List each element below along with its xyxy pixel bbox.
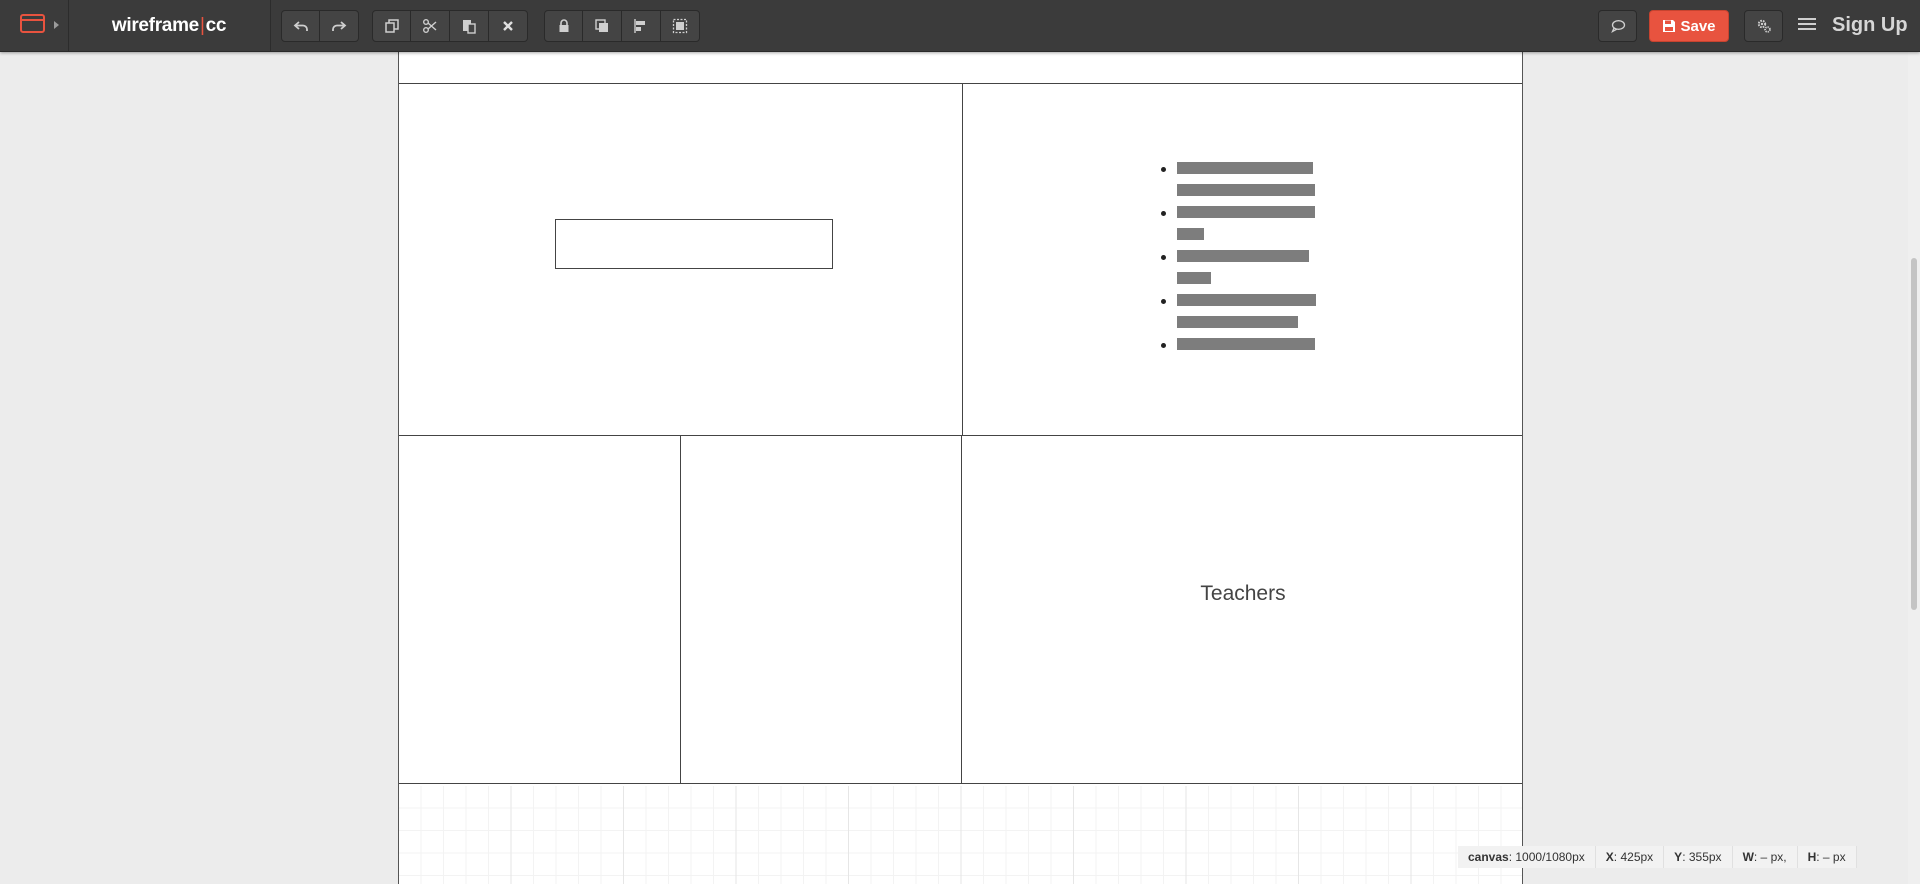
settings-button[interactable] xyxy=(1744,10,1783,42)
arrange-button-group xyxy=(544,10,700,42)
column-divider xyxy=(961,435,962,784)
scrollbar-thumb[interactable] xyxy=(1911,258,1917,610)
logo: wireframe|cc xyxy=(68,0,271,51)
h-label: H xyxy=(1807,850,1817,864)
vertical-scrollbar[interactable] xyxy=(1908,52,1920,884)
save-label: Save xyxy=(1680,17,1716,35)
wireframe-input-box[interactable] xyxy=(555,219,833,269)
w-label: W xyxy=(1742,850,1754,864)
list-bullet xyxy=(1161,299,1166,304)
comment-icon xyxy=(1610,20,1625,33)
x-value: : 425px xyxy=(1613,850,1654,864)
paste-button[interactable] xyxy=(450,10,489,42)
y-label: Y xyxy=(1674,850,1683,864)
text-placeholder-bar xyxy=(1177,294,1316,306)
logo-separator: | xyxy=(199,15,205,36)
h-value: : – px xyxy=(1816,850,1846,864)
wireframe-canvas[interactable]: Teachers xyxy=(398,52,1523,884)
lock-button[interactable] xyxy=(544,10,583,42)
text-placeholder-bar xyxy=(1177,338,1315,350)
status-bar: canvas: 1000/1080px X: 425px Y: 355px W:… xyxy=(1458,846,1857,868)
top-toolbar: wireframe|cc Save Sign Up xyxy=(0,0,1920,52)
paste-icon xyxy=(463,20,476,34)
cut-icon xyxy=(423,19,437,33)
text-placeholder-bar xyxy=(1177,162,1313,174)
floppy-disk-icon xyxy=(1663,20,1676,32)
x-label: X xyxy=(1605,850,1614,864)
undo-icon xyxy=(293,21,308,31)
delete-icon xyxy=(503,21,513,31)
text-placeholder-bar xyxy=(1177,206,1315,218)
logo-suffix: cc xyxy=(205,15,227,36)
list-bullet xyxy=(1161,167,1166,172)
delete-button[interactable] xyxy=(489,10,528,42)
save-button[interactable]: Save xyxy=(1649,10,1729,42)
group-icon xyxy=(672,18,688,34)
height-readout: H: – px xyxy=(1797,846,1857,868)
list-bullet xyxy=(1161,343,1166,348)
cut-button[interactable] xyxy=(411,10,450,42)
canvas-size-label: canvas xyxy=(1468,850,1509,864)
comment-button[interactable] xyxy=(1598,10,1637,42)
history-button-group xyxy=(281,10,359,42)
column-divider xyxy=(680,435,681,784)
edit-button-group xyxy=(372,10,528,42)
redo-button[interactable] xyxy=(320,10,359,42)
teachers-label[interactable]: Teachers xyxy=(962,582,1522,606)
canvas-grid[interactable] xyxy=(399,786,1522,884)
bring-to-front-button[interactable] xyxy=(583,10,622,42)
text-placeholder-bar xyxy=(1177,184,1315,196)
duplicate-button[interactable] xyxy=(372,10,411,42)
gears-icon xyxy=(1757,19,1771,33)
text-placeholder-bar xyxy=(1177,250,1309,262)
logo-text: wireframe xyxy=(111,15,199,36)
caret-right-icon xyxy=(54,21,59,29)
bring-front-icon xyxy=(595,19,608,32)
group-button[interactable] xyxy=(661,10,700,42)
lock-icon xyxy=(559,19,568,32)
redo-icon xyxy=(332,21,347,31)
settings-button-group xyxy=(1744,10,1783,42)
section-divider xyxy=(399,83,1522,84)
canvas-size-value: : 1000/1080px xyxy=(1508,850,1585,864)
width-readout: W: – px, xyxy=(1732,846,1798,868)
align-icon xyxy=(634,19,645,33)
y-value: : 355px xyxy=(1682,850,1722,864)
canvas-size-readout: canvas: 1000/1080px xyxy=(1458,846,1596,868)
text-placeholder-bar xyxy=(1177,272,1211,284)
x-coordinate-readout: X: 425px xyxy=(1595,846,1665,868)
list-bullet xyxy=(1161,211,1166,216)
w-value: : – px, xyxy=(1753,850,1787,864)
duplicate-icon xyxy=(384,19,399,33)
text-placeholder-bar xyxy=(1177,228,1204,240)
app-menu-button[interactable] xyxy=(0,0,69,51)
menu-hamburger-icon[interactable] xyxy=(1798,15,1816,35)
sign-up-link[interactable]: Sign Up xyxy=(1832,0,1908,51)
y-coordinate-readout: Y: 355px xyxy=(1664,846,1733,868)
undo-button[interactable] xyxy=(281,10,320,42)
column-divider xyxy=(962,83,963,436)
text-placeholder-bar xyxy=(1177,316,1298,328)
comment-button-group xyxy=(1598,10,1637,42)
window-icon xyxy=(20,14,45,33)
list-bullet xyxy=(1161,255,1166,260)
align-button[interactable] xyxy=(622,10,661,42)
